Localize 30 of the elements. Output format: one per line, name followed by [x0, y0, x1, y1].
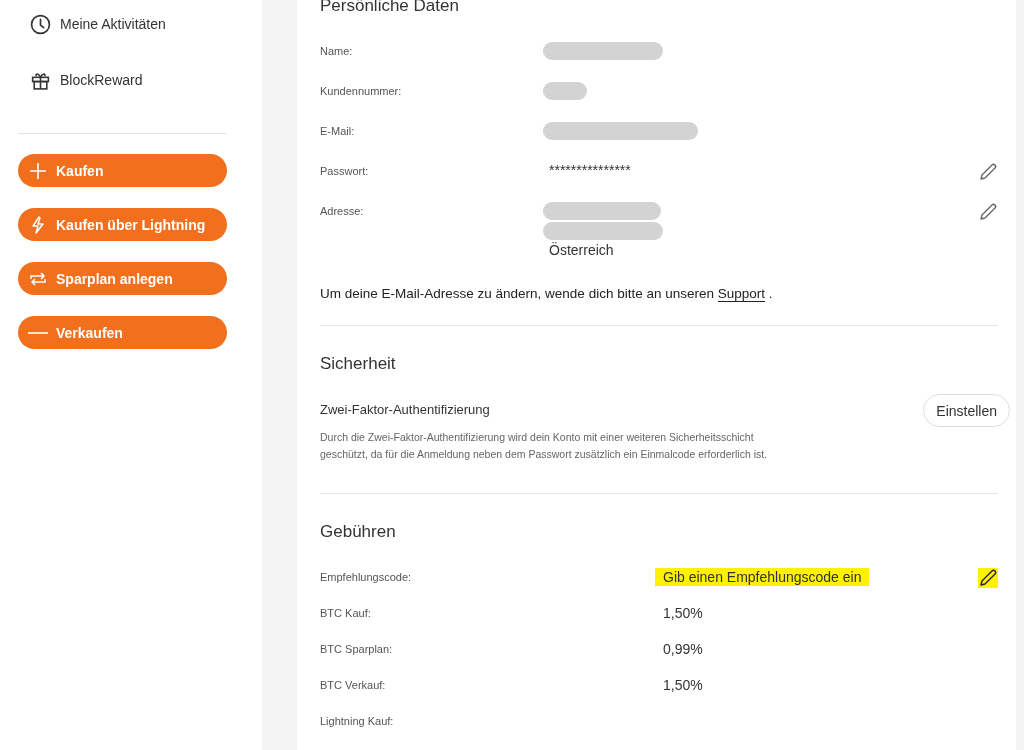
fee-label: BTC Kauf:	[320, 606, 372, 619]
fee-label: Lightning Kauf:	[320, 714, 395, 727]
setting-description: Durch die Zwei-Faktor-Authentifizierung wird dein Konto mit einer weiteren Sicherheitsschicht geschützt, da für die Anmeldung neben dem Passwort zusätzlich ein Einmalcode erforderlich ist.	[320, 430, 769, 462]
referral-code-prompt[interactable]: Gib einen Empfehlungscode ein	[655, 568, 870, 586]
fee-label: Empfehlungscode:	[320, 570, 413, 583]
support-link[interactable]: Support	[717, 286, 766, 302]
note-text: Um deine E-Mail-Adresse zu ändern, wende dich bitte an unseren	[320, 286, 714, 301]
field-value: Österreich	[548, 242, 615, 258]
field-label: Passwort:	[320, 164, 370, 177]
settings-button[interactable]: Einstellen	[923, 394, 1010, 427]
pencil-icon[interactable]	[978, 568, 998, 588]
setting-title: Zwei-Faktor-Authentifizierung	[320, 402, 491, 417]
fee-value: 1,50%	[662, 676, 704, 694]
fee-label: BTC Verkauf:	[320, 678, 387, 691]
plus-icon	[28, 160, 48, 181]
field-label: E-Mail:	[320, 124, 356, 137]
nav-item[interactable]: Meine Aktivitäten	[30, 14, 262, 34]
section-title: Sicherheit	[320, 354, 397, 374]
field-label: Name:	[320, 44, 354, 57]
nav-item[interactable]: BlockReward	[30, 70, 262, 90]
fee-value: 1,50%	[662, 604, 704, 622]
note-text: .	[768, 286, 773, 301]
fee-value: 0,99%	[662, 640, 704, 658]
section-title: Gebühren	[320, 522, 397, 542]
minus-icon	[28, 331, 48, 334]
field-label: Adresse:	[320, 204, 365, 217]
fee-label: BTC Sparplan:	[320, 642, 394, 655]
clock-icon	[30, 13, 51, 35]
field-value: ***************	[548, 162, 632, 178]
field-label: Kundennummer:	[320, 84, 403, 97]
